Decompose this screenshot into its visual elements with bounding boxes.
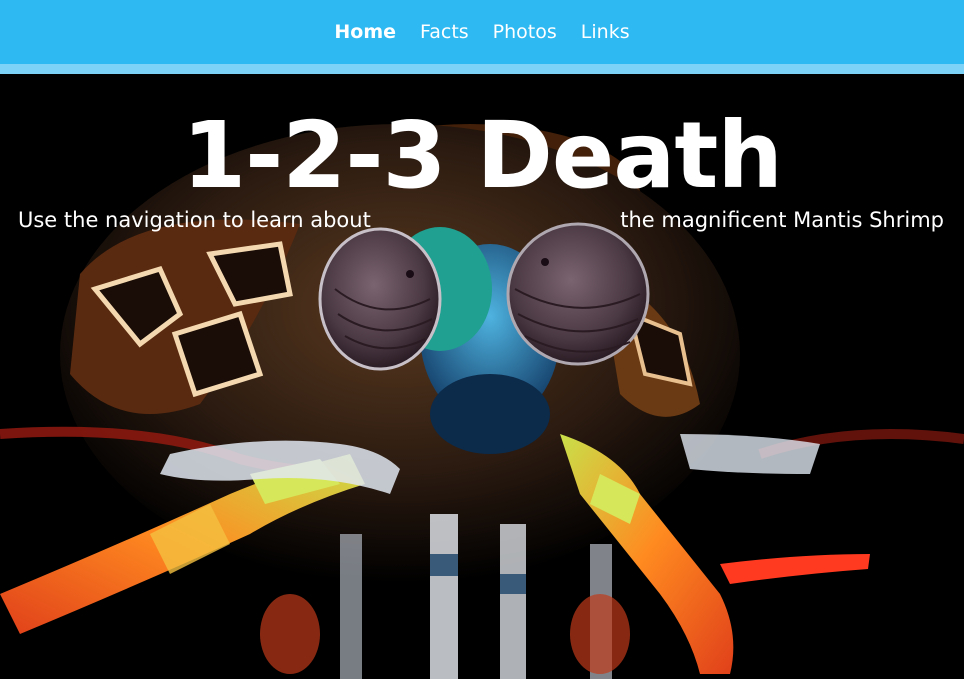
hero-tagline-left: Use the navigation to learn about [18, 208, 371, 232]
navbar-bottom-strip [0, 64, 964, 74]
nav-facts-link[interactable]: Facts [420, 21, 469, 43]
hero-title: 1-2-3 Death [182, 102, 783, 209]
nav-links-link[interactable]: Links [581, 21, 630, 43]
hero-tagline-right: the magnificent Mantis Shrimp [620, 208, 944, 232]
nav-home-link[interactable]: Home [334, 21, 396, 43]
nav-photos-link[interactable]: Photos [493, 21, 557, 43]
hero-section: 1-2-3 Death Use the navigation to learn … [0, 74, 964, 679]
main-navbar: Home Facts Photos Links [0, 0, 964, 64]
